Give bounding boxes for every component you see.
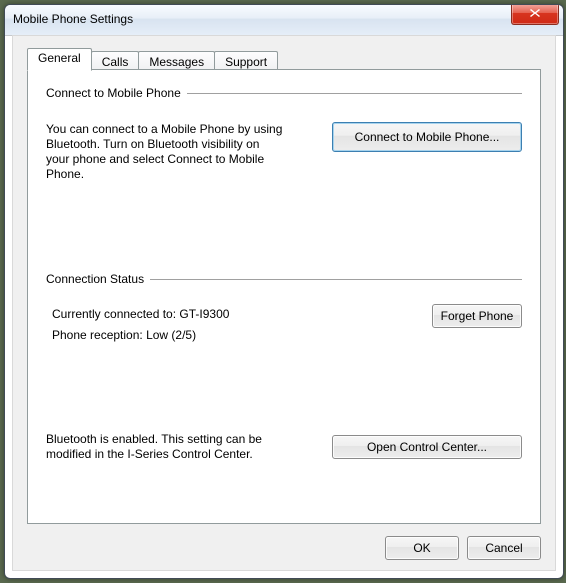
group-divider <box>187 93 522 94</box>
window-close-button[interactable] <box>511 4 559 25</box>
client-area: General Calls Messages Support Connect t… <box>12 35 556 571</box>
tab-calls-label: Calls <box>102 55 129 69</box>
tab-messages-label: Messages <box>149 55 204 69</box>
tab-support[interactable]: Support <box>214 51 278 70</box>
group-divider <box>150 279 522 280</box>
title-bar: Mobile Phone Settings <box>5 5 563 36</box>
group-header-status: Connection Status <box>46 272 522 286</box>
tab-general-label: General <box>38 51 81 65</box>
cancel-button-label: Cancel <box>485 541 522 555</box>
forget-phone-button-label: Forget Phone <box>441 309 514 323</box>
group-header-status-label: Connection Status <box>46 272 150 286</box>
tab-panel-general: Connect to Mobile Phone You can connect … <box>27 69 541 524</box>
connect-row: You can connect to a Mobile Phone by usi… <box>46 122 522 182</box>
open-control-center-button[interactable]: Open Control Center... <box>332 435 522 459</box>
tab-support-label: Support <box>225 55 267 69</box>
ok-button[interactable]: OK <box>385 536 459 560</box>
group-header-connect-label: Connect to Mobile Phone <box>46 86 187 100</box>
connect-to-phone-button[interactable]: Connect to Mobile Phone... <box>332 122 522 152</box>
status-reception: Phone reception: Low (2/5) <box>52 325 229 346</box>
settings-window: Mobile Phone Settings General Calls Mess… <box>4 4 564 579</box>
status-row: Currently connected to: GT-I9300 Phone r… <box>46 304 522 346</box>
ok-button-label: OK <box>413 541 430 555</box>
tab-messages[interactable]: Messages <box>138 51 215 70</box>
close-icon <box>529 7 541 21</box>
window-title: Mobile Phone Settings <box>13 12 133 26</box>
forget-phone-button[interactable]: Forget Phone <box>432 304 522 328</box>
connect-description: You can connect to a Mobile Phone by usi… <box>46 122 286 182</box>
cancel-button[interactable]: Cancel <box>467 536 541 560</box>
group-header-connect: Connect to Mobile Phone <box>46 86 522 100</box>
status-connected-to: Currently connected to: GT-I9300 <box>52 304 229 325</box>
tab-general[interactable]: General <box>27 48 92 71</box>
panel-inner: Connect to Mobile Phone You can connect … <box>46 86 522 513</box>
status-text-block: Currently connected to: GT-I9300 Phone r… <box>46 304 229 346</box>
bluetooth-row: Bluetooth is enabled. This setting can b… <box>46 432 522 462</box>
tab-calls[interactable]: Calls <box>91 51 140 70</box>
open-control-center-button-label: Open Control Center... <box>367 440 487 454</box>
bluetooth-description: Bluetooth is enabled. This setting can b… <box>46 432 306 462</box>
connect-to-phone-button-label: Connect to Mobile Phone... <box>355 130 500 144</box>
dialog-button-row: OK Cancel <box>385 536 541 560</box>
tab-strip: General Calls Messages Support <box>27 49 277 70</box>
